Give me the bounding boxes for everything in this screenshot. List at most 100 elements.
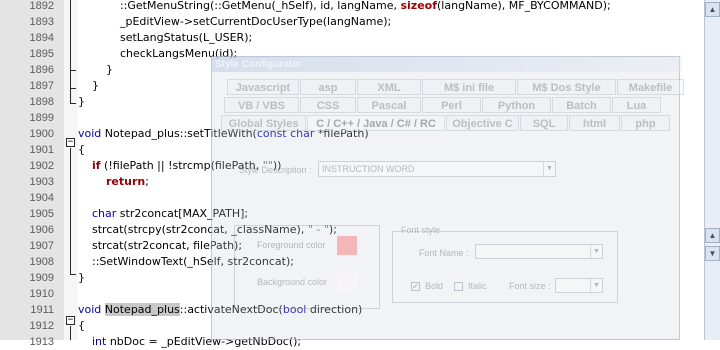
- tab-makefile[interactable]: Makefile: [617, 79, 684, 95]
- line-number: 1907: [29, 240, 54, 252]
- font-name-label: Font Name :: [419, 248, 469, 258]
- line-number: 1903: [29, 176, 54, 188]
- fold-margin: − −: [64, 0, 78, 340]
- tab-pascal[interactable]: Pascal: [357, 97, 421, 113]
- tab-objective-c[interactable]: Objective C: [446, 115, 519, 131]
- tab-javascript[interactable]: Javascript: [227, 79, 299, 95]
- style-description-select[interactable]: INSTRUCTION WORD ▼: [318, 161, 556, 177]
- chevron-down-icon: ▼: [590, 245, 602, 258]
- code-line: setLangStatus(L_USER);: [78, 30, 252, 46]
- foreground-color-swatch[interactable]: [337, 236, 357, 255]
- code-line: {: [78, 142, 85, 158]
- scroll-up-arrow-icon[interactable]: ▲: [705, 228, 720, 243]
- italic-checkbox[interactable]: [454, 282, 463, 291]
- line-number: 1900: [29, 128, 54, 140]
- line-number: 1899: [29, 112, 54, 124]
- line-number: 1897: [29, 80, 54, 92]
- chevron-down-icon: ▼: [543, 162, 555, 176]
- line-number: 1913: [29, 336, 54, 348]
- scroll-down-arrow-icon[interactable]: ▼: [705, 246, 720, 261]
- tab-php[interactable]: php: [621, 115, 670, 131]
- fold-end-marker: [70, 103, 76, 104]
- tab-c-c-java-c-rc[interactable]: C / C++ / Java / C# / RC: [307, 115, 445, 131]
- code-line: }: [78, 62, 113, 78]
- fold-collapse-icon[interactable]: −: [66, 316, 75, 325]
- line-number: 1901: [29, 144, 54, 156]
- code-token: {: [78, 319, 85, 332]
- dialog-title: Style Configurator: [212, 57, 682, 72]
- line-number: 1910: [29, 288, 54, 300]
- font-size-select[interactable]: ▼: [555, 278, 603, 293]
- code-token: _pEditView->setCurrentDocUserType(langNa…: [119, 15, 392, 28]
- colour-style-group: Foreground color Background color: [234, 225, 380, 309]
- foreground-color-label: Foreground color: [257, 240, 326, 250]
- style-description-label: Style Description :: [239, 165, 312, 175]
- code-token: void: [78, 127, 102, 140]
- code-token: ::GetMenuString(::GetMenu(_hSelf), id, l…: [119, 0, 401, 12]
- tab-html[interactable]: html: [569, 115, 620, 131]
- code-line: }: [78, 270, 85, 286]
- code-token: {: [78, 143, 85, 156]
- tab-m-ini-file[interactable]: M$ ini file: [422, 79, 516, 95]
- tab-asp[interactable]: asp: [300, 79, 356, 95]
- tab-xml[interactable]: XML: [357, 79, 421, 95]
- code-token: }: [78, 271, 85, 284]
- bold-checkbox[interactable]: ✓: [411, 282, 420, 291]
- fold-line: [70, 326, 71, 340]
- style-configurator-dialog: Style Configurator Javascript asp XML M$ in…: [211, 56, 684, 340]
- style-description-value: INSTRUCTION WORD: [322, 164, 415, 174]
- line-number: 1909: [29, 272, 54, 284]
- code-token: if: [92, 159, 101, 172]
- line-number: 1902: [29, 160, 54, 172]
- line-number-gutter: 1892 1893 1894 1895 1896 1897 1898 1899 1900 1901…: [0, 0, 64, 348]
- code-token: ;: [145, 175, 149, 188]
- code-line: _pEditView->setCurrentDocUserType(langNa…: [78, 14, 391, 30]
- vertical-scrollbar[interactable]: ▲ ▲ ▼: [704, 0, 720, 340]
- tab-global-styles[interactable]: Global Styles: [221, 115, 306, 131]
- line-number: 1906: [29, 224, 54, 236]
- code-token: void: [78, 303, 102, 316]
- tab-sql[interactable]: SQL: [520, 115, 568, 131]
- line-number: 1894: [29, 32, 54, 44]
- code-line: }: [78, 94, 85, 110]
- code-token: return: [105, 175, 146, 188]
- background-color-label: Background color: [257, 277, 328, 287]
- scroll-up-arrow-icon[interactable]: ▲: [705, 2, 720, 17]
- line-number: 1908: [29, 256, 54, 268]
- line-number: 1904: [29, 192, 54, 204]
- code-token: sizeof: [400, 0, 438, 12]
- tab-vb-vbs[interactable]: VB / VBS: [224, 97, 299, 113]
- code-token: }: [92, 79, 99, 92]
- bold-label: Bold: [425, 281, 444, 291]
- tab-lua[interactable]: Lua: [612, 97, 661, 113]
- line-number: 1892: [29, 0, 54, 12]
- background-color-swatch[interactable]: [337, 273, 357, 292]
- fold-end-marker: [70, 274, 76, 275]
- font-name-select[interactable]: ▼: [475, 244, 603, 259]
- code-token: int: [92, 335, 107, 348]
- code-token: (langName), MF_BYCOMMAND);: [437, 0, 611, 12]
- tab-python[interactable]: Python: [482, 97, 551, 113]
- fold-line: [70, 148, 71, 275]
- tab-batch[interactable]: Batch: [552, 97, 611, 113]
- code-token: }: [105, 63, 113, 76]
- fold-collapse-icon[interactable]: −: [66, 138, 75, 147]
- line-number: 1912: [29, 320, 54, 332]
- tab-m-dos-style[interactable]: M$ Dos Style: [517, 79, 616, 95]
- code-token: Notepad_plus: [104, 303, 180, 316]
- line-number: 1895: [29, 48, 54, 60]
- tab-perl[interactable]: Perl: [422, 97, 481, 113]
- code-line: }: [78, 78, 99, 94]
- italic-label: Italic: [468, 281, 487, 291]
- tab-css[interactable]: CSS: [300, 97, 356, 113]
- code-line: ::GetMenuString(::GetMenu(_hSelf), id, l…: [78, 0, 611, 14]
